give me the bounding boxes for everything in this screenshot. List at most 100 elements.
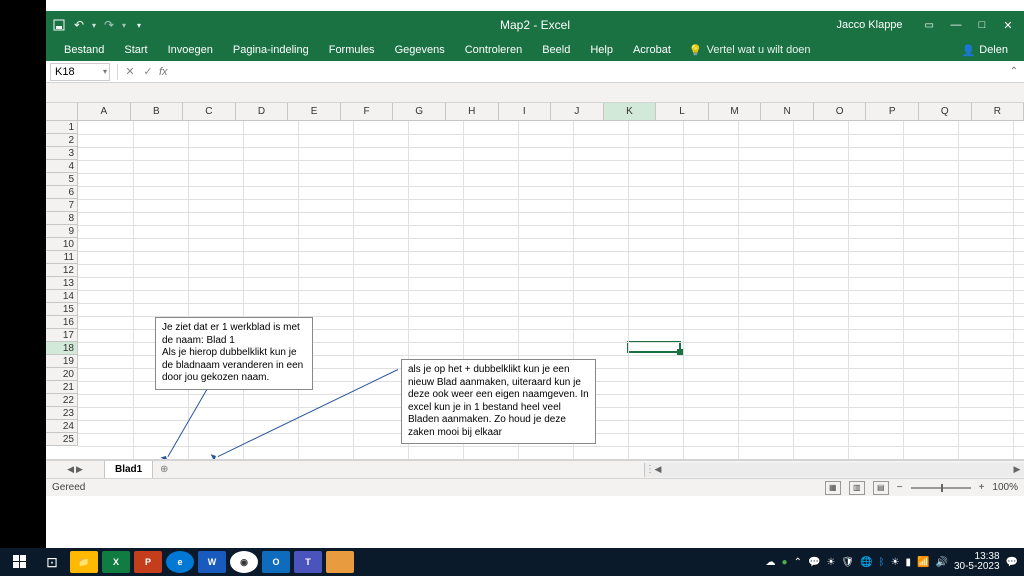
- select-all-corner[interactable]: [46, 103, 78, 121]
- row-header-15[interactable]: 15: [46, 303, 77, 316]
- row-header-7[interactable]: 7: [46, 199, 77, 212]
- column-header-L[interactable]: L: [656, 103, 709, 120]
- undo-icon[interactable]: ↶: [72, 18, 86, 32]
- file-explorer-icon[interactable]: 📁: [70, 551, 98, 573]
- column-header-Q[interactable]: Q: [919, 103, 972, 120]
- column-header-B[interactable]: B: [131, 103, 184, 120]
- zoom-level[interactable]: 100%: [992, 482, 1018, 493]
- task-view-button[interactable]: ⊡: [38, 551, 66, 573]
- row-header-20[interactable]: 20: [46, 368, 77, 381]
- column-header-J[interactable]: J: [551, 103, 604, 120]
- row-header-12[interactable]: 12: [46, 264, 77, 277]
- scroll-right-icon[interactable]: ▶: [1010, 463, 1024, 477]
- row-header-6[interactable]: 6: [46, 186, 77, 199]
- normal-view-button[interactable]: ▦: [825, 481, 841, 495]
- app-icon[interactable]: [326, 551, 354, 573]
- notifications-icon[interactable]: 💬: [1006, 557, 1018, 568]
- tray-icon[interactable]: ●: [782, 557, 788, 568]
- column-header-E[interactable]: E: [288, 103, 341, 120]
- user-name[interactable]: Jacco Klappe: [837, 19, 903, 31]
- tray-meet-icon[interactable]: 💬: [808, 557, 820, 568]
- zoom-out-button[interactable]: −: [897, 482, 903, 493]
- column-header-C[interactable]: C: [183, 103, 236, 120]
- row-header-24[interactable]: 24: [46, 420, 77, 433]
- qat-customize-icon[interactable]: ▾: [132, 18, 146, 32]
- cancel-formula-button[interactable]: ✕: [121, 65, 139, 78]
- word-icon[interactable]: W: [198, 551, 226, 573]
- row-header-2[interactable]: 2: [46, 134, 77, 147]
- column-header-P[interactable]: P: [866, 103, 919, 120]
- excel-icon[interactable]: X: [102, 551, 130, 573]
- minimize-button[interactable]: —: [944, 16, 968, 34]
- taskbar-clock[interactable]: 13:38 30-5-2023: [954, 552, 1000, 572]
- outlook-icon[interactable]: O: [262, 551, 290, 573]
- column-header-I[interactable]: I: [499, 103, 552, 120]
- horizontal-scrollbar[interactable]: ⋮ ◀ ▶: [644, 463, 1024, 477]
- column-header-A[interactable]: A: [78, 103, 131, 120]
- column-header-F[interactable]: F: [341, 103, 394, 120]
- row-header-3[interactable]: 3: [46, 147, 77, 160]
- tray-volume-icon[interactable]: 🔊: [936, 557, 948, 568]
- new-sheet-button[interactable]: ⊕: [153, 464, 175, 475]
- row-header-16[interactable]: 16: [46, 316, 77, 329]
- row-header-11[interactable]: 11: [46, 251, 77, 264]
- row-header-5[interactable]: 5: [46, 173, 77, 186]
- teams-icon[interactable]: T: [294, 551, 322, 573]
- zoom-slider[interactable]: [911, 487, 971, 489]
- powerpoint-icon[interactable]: P: [134, 551, 162, 573]
- enter-formula-button[interactable]: ✓: [139, 65, 157, 78]
- zoom-in-button[interactable]: +: [979, 482, 985, 493]
- share-button[interactable]: 👤 Delen: [962, 44, 1016, 57]
- tell-me-search[interactable]: 💡 Vertel wat u wilt doen: [689, 44, 811, 57]
- column-header-K[interactable]: K: [604, 103, 657, 120]
- row-header-23[interactable]: 23: [46, 407, 77, 420]
- tab-help[interactable]: Help: [580, 39, 623, 61]
- maximize-button[interactable]: □: [970, 16, 994, 34]
- row-header-22[interactable]: 22: [46, 394, 77, 407]
- fx-label[interactable]: fx: [159, 66, 168, 78]
- tab-beeld[interactable]: Beeld: [532, 39, 580, 61]
- column-header-M[interactable]: M: [709, 103, 762, 120]
- row-header-1[interactable]: 1: [46, 121, 77, 134]
- row-header-25[interactable]: 25: [46, 433, 77, 446]
- name-box[interactable]: K18: [50, 63, 110, 81]
- start-button[interactable]: [6, 551, 34, 573]
- column-header-N[interactable]: N: [761, 103, 814, 120]
- tray-brightness-icon[interactable]: ☀: [891, 557, 900, 568]
- row-header-10[interactable]: 10: [46, 238, 77, 251]
- redo-icon[interactable]: ↷: [102, 18, 116, 32]
- tab-bestand[interactable]: Bestand: [54, 39, 114, 61]
- column-header-R[interactable]: R: [972, 103, 1024, 120]
- tray-battery-icon[interactable]: ▮: [906, 557, 912, 568]
- expand-formula-bar-icon[interactable]: ⌃: [1004, 66, 1024, 77]
- column-header-G[interactable]: G: [393, 103, 446, 120]
- row-header-4[interactable]: 4: [46, 160, 77, 173]
- row-header-9[interactable]: 9: [46, 225, 77, 238]
- chrome-icon[interactable]: ◉: [230, 551, 258, 573]
- tab-formules[interactable]: Formules: [319, 39, 385, 61]
- column-header-D[interactable]: D: [236, 103, 289, 120]
- tab-gegevens[interactable]: Gegevens: [385, 39, 455, 61]
- column-header-O[interactable]: O: [814, 103, 867, 120]
- column-header-H[interactable]: H: [446, 103, 499, 120]
- tray-security-icon[interactable]: 🛡: [841, 557, 854, 568]
- row-header-13[interactable]: 13: [46, 277, 77, 290]
- tray-chevron-icon[interactable]: ⌃: [794, 557, 802, 568]
- tray-wifi-icon[interactable]: 📶: [917, 557, 929, 568]
- tab-invoegen[interactable]: Invoegen: [158, 39, 223, 61]
- tab-controleren[interactable]: Controleren: [455, 39, 532, 61]
- row-header-8[interactable]: 8: [46, 212, 77, 225]
- tray-onedrive-icon[interactable]: ☁: [766, 557, 776, 568]
- tab-pagina-indeling[interactable]: Pagina-indeling: [223, 39, 319, 61]
- sheet-nav-buttons[interactable]: ◀▶: [46, 464, 104, 475]
- tab-acrobat[interactable]: Acrobat: [623, 39, 681, 61]
- save-icon[interactable]: [52, 18, 66, 32]
- sheet-tab-blad1[interactable]: Blad1: [104, 461, 153, 479]
- scroll-left-icon[interactable]: ◀: [651, 463, 665, 477]
- tab-start[interactable]: Start: [114, 39, 157, 61]
- tray-lang-icon[interactable]: 🌐: [860, 557, 872, 568]
- close-button[interactable]: ✕: [996, 16, 1020, 34]
- row-header-19[interactable]: 19: [46, 355, 77, 368]
- row-header-21[interactable]: 21: [46, 381, 77, 394]
- page-break-view-button[interactable]: ▤: [873, 481, 889, 495]
